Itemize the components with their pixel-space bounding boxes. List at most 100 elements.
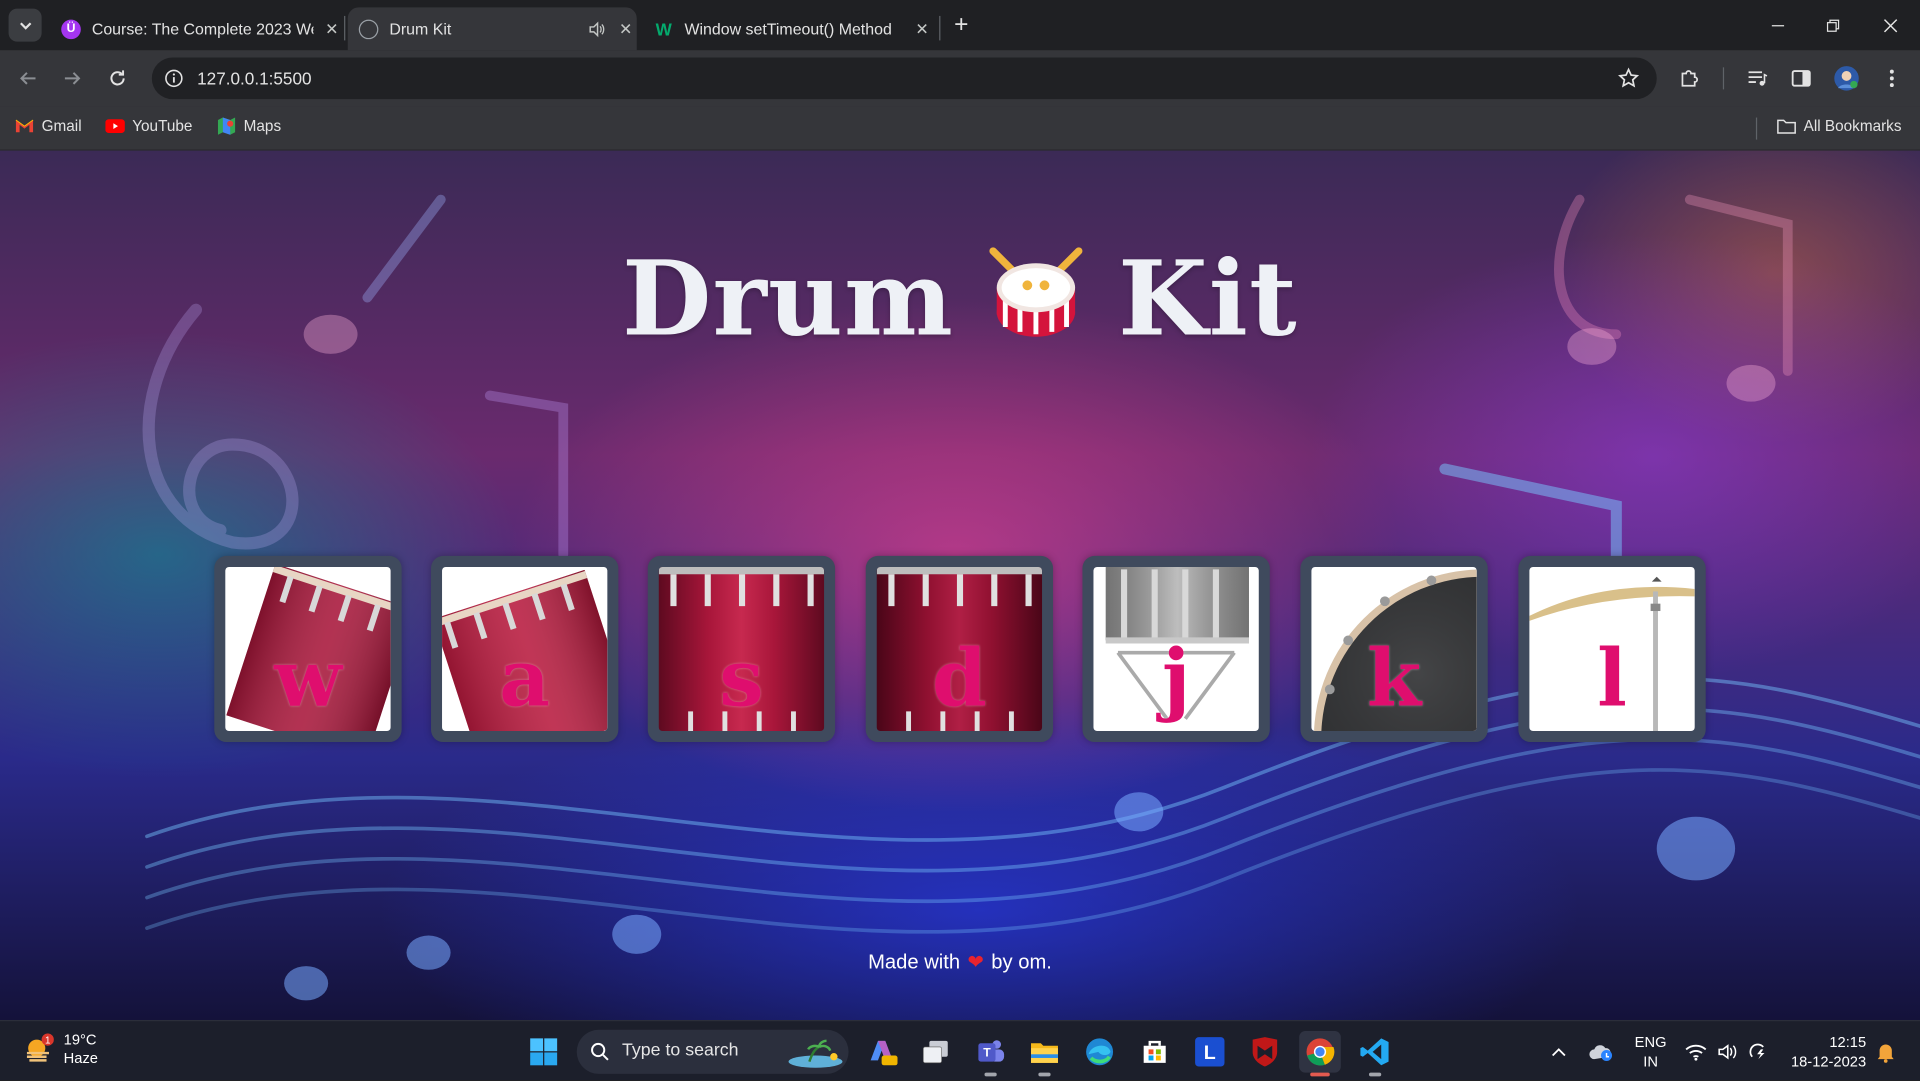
taskbar-app-file-explorer[interactable] xyxy=(1024,1031,1066,1077)
tom-image: s xyxy=(658,566,825,732)
weather-widget[interactable]: 1 19°C Haze xyxy=(22,1031,98,1068)
wifi-icon xyxy=(1685,1044,1707,1061)
drum-button-s[interactable]: s xyxy=(647,555,836,743)
side-panel-button[interactable] xyxy=(1788,65,1815,92)
onedrive-status[interactable] xyxy=(1588,1021,1615,1081)
puzzle-icon xyxy=(1681,70,1698,87)
taskbar-app-teams[interactable]: T xyxy=(970,1031,1012,1077)
task-view-icon xyxy=(922,1040,948,1064)
more-vertical-icon xyxy=(1889,69,1894,88)
drum-button-j[interactable]: j xyxy=(1082,555,1270,743)
notifications-button[interactable] xyxy=(1876,1021,1896,1081)
taskbar-search[interactable]: Type to search xyxy=(576,1029,849,1074)
close-window-button[interactable] xyxy=(1862,10,1918,42)
drum-button-l[interactable]: l xyxy=(1518,555,1706,743)
language-indicator[interactable]: ENG IN xyxy=(1632,1032,1669,1071)
tab-drum-kit[interactable]: Drum Kit ✕ xyxy=(347,7,637,51)
address-bar[interactable]: 127.0.0.1:5500 xyxy=(151,57,1657,100)
snare-image: j xyxy=(1093,566,1259,732)
speaker-icon[interactable] xyxy=(585,18,607,40)
volume-icon xyxy=(1718,1043,1737,1059)
all-bookmarks-button[interactable]: All Bookmarks xyxy=(1777,116,1901,136)
vscode-icon xyxy=(1360,1038,1389,1066)
chrome-icon xyxy=(1306,1038,1335,1066)
drum-button-d[interactable]: d xyxy=(865,555,1054,743)
gmail-icon xyxy=(15,116,35,136)
clock-date: 18-12-2023 xyxy=(1790,1053,1867,1071)
folder-icon xyxy=(1031,1043,1058,1063)
drum-button-k[interactable]: k xyxy=(1300,555,1488,743)
back-button[interactable] xyxy=(15,65,42,92)
forward-button[interactable] xyxy=(59,65,86,92)
folder-icon xyxy=(1777,116,1797,136)
bookmarks-bar: Gmail YouTube Maps All Bookmarks xyxy=(0,106,1920,151)
show-hidden-icons-button[interactable] xyxy=(1550,1021,1567,1081)
heart-icon: ❤ xyxy=(967,952,984,974)
teams-icon: T xyxy=(978,1040,1005,1062)
kick-drum-image: k xyxy=(1311,566,1477,732)
taskbar-app-task-view[interactable] xyxy=(915,1031,957,1073)
extensions-button[interactable] xyxy=(1676,65,1703,92)
minimize-button[interactable] xyxy=(1750,10,1806,42)
weather-desc: Haze xyxy=(63,1049,98,1067)
reload-icon xyxy=(110,70,125,86)
tab-search-button[interactable] xyxy=(8,8,42,42)
browser-toolbar: 127.0.0.1:5500 xyxy=(0,50,1920,107)
footer-credit: Made with ❤ by om. xyxy=(868,951,1052,974)
l-app-icon: L xyxy=(1195,1037,1225,1067)
udemy-icon: Ü xyxy=(61,18,81,39)
maps-icon xyxy=(217,116,237,136)
close-tab-icon[interactable]: ✕ xyxy=(911,18,933,40)
new-tab-button[interactable]: + xyxy=(948,12,975,39)
side-panel-icon xyxy=(1791,70,1811,87)
tab-title: Window setTimeout() Method xyxy=(684,19,892,38)
windows-taskbar: 1 19°C Haze Type to search T L ENG IN 12… xyxy=(0,1020,1920,1081)
chevron-up-icon xyxy=(1552,1047,1566,1056)
clock[interactable]: 12:15 18-12-2023 xyxy=(1778,1032,1866,1071)
arrow-left-icon xyxy=(20,72,36,85)
clock-time: 12:15 xyxy=(1829,1033,1867,1051)
weather-temp: 19°C xyxy=(63,1031,97,1049)
start-button[interactable] xyxy=(523,1031,565,1073)
tom-image: w xyxy=(225,566,391,732)
chrome-menu-button[interactable] xyxy=(1878,65,1905,92)
tab-course[interactable]: Ü Course: The Complete 2023 We ✕ xyxy=(49,7,343,50)
taskbar-app-copilot[interactable] xyxy=(861,1031,903,1073)
url-text[interactable]: 127.0.0.1:5500 xyxy=(197,69,311,89)
reload-button[interactable] xyxy=(104,65,131,92)
taskbar-app-chrome[interactable] xyxy=(1299,1031,1341,1077)
restore-button[interactable] xyxy=(1805,10,1861,42)
bookmark-youtube[interactable]: YouTube xyxy=(105,116,192,136)
drum-key-label: d xyxy=(931,633,987,725)
taskbar-app-l[interactable]: L xyxy=(1189,1031,1231,1073)
site-info-icon[interactable] xyxy=(164,69,184,89)
tab-title: Drum Kit xyxy=(389,19,452,38)
bookmark-star-icon[interactable] xyxy=(1618,67,1640,89)
page-viewport: Drum Kit w a s d j k l Made with ❤ by om… xyxy=(0,150,1920,1021)
w3schools-icon: W xyxy=(655,18,672,39)
media-controls-button[interactable] xyxy=(1744,65,1771,92)
crash-cymbal-image: l xyxy=(1529,566,1695,732)
taskbar-app-edge[interactable] xyxy=(1079,1031,1121,1073)
minimize-icon xyxy=(1771,25,1785,27)
drum-button-a[interactable]: a xyxy=(431,555,619,743)
title-word-kit: Kit xyxy=(1118,237,1298,359)
store-icon xyxy=(1143,1040,1166,1063)
youtube-icon xyxy=(105,116,125,136)
tab-settimeout[interactable]: W Window setTimeout() Method ✕ xyxy=(642,7,933,50)
close-tab-icon[interactable]: ✕ xyxy=(615,18,637,40)
taskbar-app-store[interactable] xyxy=(1134,1031,1176,1073)
taskbar-app-vscode[interactable] xyxy=(1354,1031,1396,1077)
windows-logo-icon xyxy=(530,1038,558,1066)
profile-button[interactable] xyxy=(1833,65,1860,92)
drum-button-w[interactable]: w xyxy=(214,555,402,743)
bookmark-maps[interactable]: Maps xyxy=(217,116,281,136)
network-volume-battery[interactable] xyxy=(1685,1021,1771,1081)
edge-icon xyxy=(1086,1038,1114,1066)
taskbar-app-mcafee[interactable] xyxy=(1244,1031,1286,1073)
page-title: Drum Kit xyxy=(0,236,1920,359)
bookmark-gmail[interactable]: Gmail xyxy=(15,116,82,136)
drum-emoji-icon xyxy=(981,236,1091,346)
close-tab-icon[interactable]: ✕ xyxy=(321,18,343,40)
battery-charging-icon xyxy=(1749,1043,1765,1059)
